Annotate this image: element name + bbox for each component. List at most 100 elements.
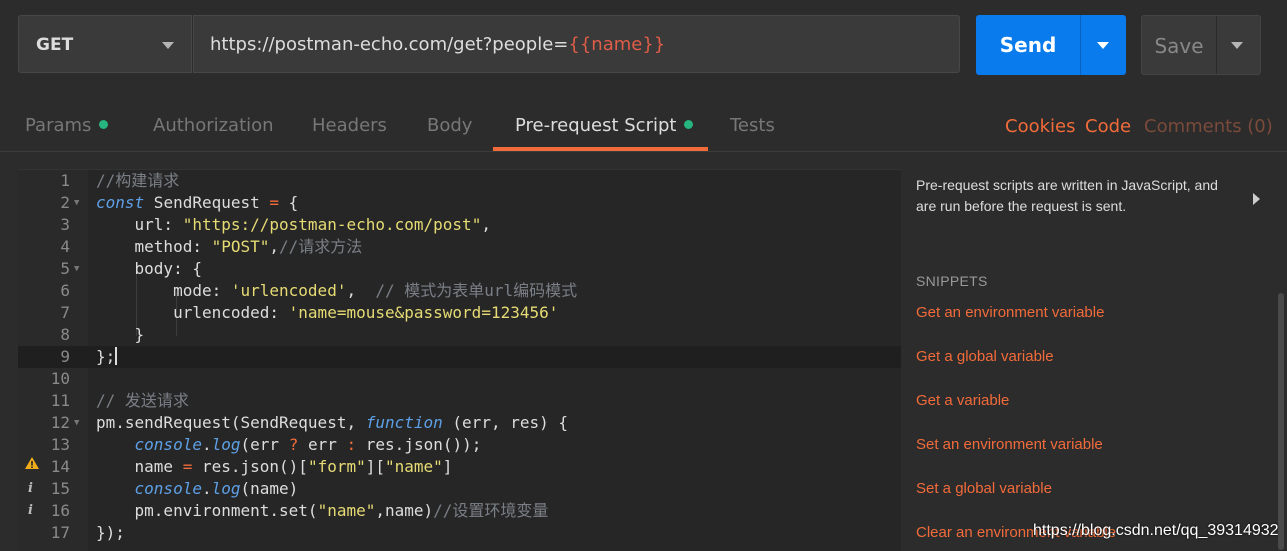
script-description: Pre-request scripts are written in JavaS… <box>916 177 1218 214</box>
url-input[interactable]: https://postman-echo.com/get?people={{na… <box>193 15 960 73</box>
line-number: 3 <box>60 215 70 234</box>
line-number: 9 <box>60 347 70 366</box>
divider <box>1080 15 1081 75</box>
line-number: 8 <box>60 325 70 344</box>
method-select[interactable]: GET <box>18 15 192 73</box>
line-number: 12 <box>50 413 70 432</box>
code-text: console.log(name) <box>134 479 299 498</box>
tab-params[interactable]: Params <box>25 115 109 136</box>
tab-authorization[interactable]: Authorization <box>153 115 274 136</box>
snippet-link[interactable]: Get a variable <box>916 392 1009 409</box>
snippet-link[interactable]: Get a global variable <box>916 348 1054 365</box>
method-label: GET <box>36 35 74 55</box>
watermark: https://blog.csdn.net/qq_39314932 <box>1033 522 1279 539</box>
code-line: 11 // 发送请求 <box>18 390 901 412</box>
code-line: 5 ▼ body: { <box>18 258 901 280</box>
code-line: 6 mode: 'urlencoded', // 模式为表单url编码模式 <box>18 280 901 302</box>
tab-label: Body <box>427 115 473 136</box>
tab-headers[interactable]: Headers <box>312 115 387 136</box>
tab-label: Pre-request Script <box>515 115 677 136</box>
save-label: Save <box>1154 34 1204 58</box>
code-line: 3 url: "https://postman-echo.com/post", <box>18 214 901 236</box>
snippet-link[interactable]: Set a global variable <box>916 480 1052 497</box>
code-text: pm.sendRequest(SendRequest, function (er… <box>96 413 569 432</box>
code-line: 17}); <box>18 522 901 544</box>
chevron-down-icon[interactable] <box>1097 42 1109 49</box>
code-line: 12 ▼ pm.sendRequest(SendRequest, function … <box>18 412 901 434</box>
code-text: } <box>96 325 145 344</box>
line-number: 6 <box>60 281 70 300</box>
url-text: https://postman-echo.com/get?people= <box>210 34 569 55</box>
tab-body[interactable]: Body <box>427 115 472 136</box>
fold-arrow-icon[interactable]: ▼ <box>74 412 79 434</box>
script-editor[interactable]: 1//构建请求 2 ▼ const SendRequest = { 3 url: "… <box>18 169 901 551</box>
snippets-panel: Pre-request scripts are written in JavaS… <box>901 153 1287 550</box>
code-line: i 15 console.log(name) <box>18 478 901 500</box>
code-text: const SendRequest = { <box>96 193 299 212</box>
cookies-link[interactable]: Cookies <box>1005 116 1075 137</box>
code-line: 8 } <box>18 324 901 346</box>
snippet-link[interactable]: Get an environment variable <box>916 304 1104 321</box>
line-number: 2 <box>60 193 70 212</box>
line-number: 5 <box>60 259 70 278</box>
tab-label: Tests <box>730 115 775 136</box>
code-text: body: { <box>96 259 202 278</box>
snippet-link[interactable]: Set an environment variable <box>916 436 1103 453</box>
tab-pre-request-script[interactable]: Pre-request Script <box>515 115 694 136</box>
code-text: pm.environment.set("name",name)//设置环境变量 <box>96 501 549 520</box>
line-number: 13 <box>50 435 70 454</box>
line-number: 14 <box>50 457 70 476</box>
active-tab-indicator <box>493 147 708 151</box>
chevron-down-icon <box>162 42 174 49</box>
request-bar: GET https://postman-echo.com/get?people=… <box>0 0 1287 92</box>
tab-label: Params <box>25 115 92 136</box>
code-text: }); <box>96 523 125 542</box>
status-dot <box>99 120 109 129</box>
line-number: 11 <box>50 391 70 410</box>
code-text: name = res.json()["form"]["name"] <box>96 457 453 476</box>
status-dot <box>684 120 694 129</box>
line-number: 4 <box>60 237 70 256</box>
save-button[interactable]: Save <box>1141 15 1261 75</box>
fold-arrow-icon[interactable]: ▼ <box>74 258 79 280</box>
comments-link[interactable]: Comments (0) <box>1144 116 1273 137</box>
code-text: urlencoded: 'name=mouse&password=123456' <box>96 303 559 322</box>
code-line: 4 method: "POST",//请求方法 <box>18 236 901 258</box>
text-cursor <box>115 347 118 365</box>
line-number: 7 <box>60 303 70 322</box>
chevron-right-icon[interactable] <box>1253 193 1260 205</box>
line-number: 1 <box>60 171 70 190</box>
tab-label: Headers <box>312 115 387 136</box>
scrollbar[interactable] <box>1278 293 1284 550</box>
fold-arrow-icon[interactable]: ▼ <box>74 192 79 214</box>
code-line: i 16 pm.environment.set("name",name)//设置环… <box>18 500 901 522</box>
code-line: 1 //构建请求 <box>18 170 901 192</box>
code-text: method: "POST",//请求方法 <box>96 237 363 256</box>
url-variable: {{name}} <box>568 34 666 55</box>
tab-tests[interactable]: Tests <box>730 115 775 136</box>
code-text: console.log(err ? err : res.json()); <box>134 435 482 454</box>
chevron-down-icon[interactable] <box>1231 42 1243 49</box>
code-text: url: "https://postman-echo.com/post", <box>96 215 491 234</box>
send-label: Send <box>999 33 1057 57</box>
code-line: 14 name = res.json()["form"]["name"] <box>18 456 901 478</box>
tab-label: Authorization <box>153 115 274 136</box>
line-number: 15 <box>50 479 70 498</box>
code-line-current: 9}; <box>18 346 901 368</box>
code-text: }; <box>96 347 118 366</box>
code-line: 2 ▼ const SendRequest = { <box>18 192 901 214</box>
line-number: 17 <box>50 523 70 542</box>
send-button[interactable]: Send <box>976 15 1126 75</box>
request-tabs: Params Authorization Headers Body Pre-re… <box>0 92 1287 152</box>
divider <box>1216 16 1217 74</box>
code-line: 10 <box>18 368 901 390</box>
code-line: 7 urlencoded: 'name=mouse&password=12345… <box>18 302 901 324</box>
code-text: // 发送请求 <box>96 391 189 410</box>
code-link[interactable]: Code <box>1085 116 1131 137</box>
code-line: 13 console.log(err ? err : res.json()); <box>18 434 901 456</box>
code-text: mode: 'urlencoded', // 模式为表单url编码模式 <box>96 281 578 300</box>
line-number: 16 <box>50 501 70 520</box>
code-text: //构建请求 <box>96 171 180 190</box>
snippets-heading: SNIPPETS <box>916 273 988 289</box>
line-number: 10 <box>50 369 70 388</box>
